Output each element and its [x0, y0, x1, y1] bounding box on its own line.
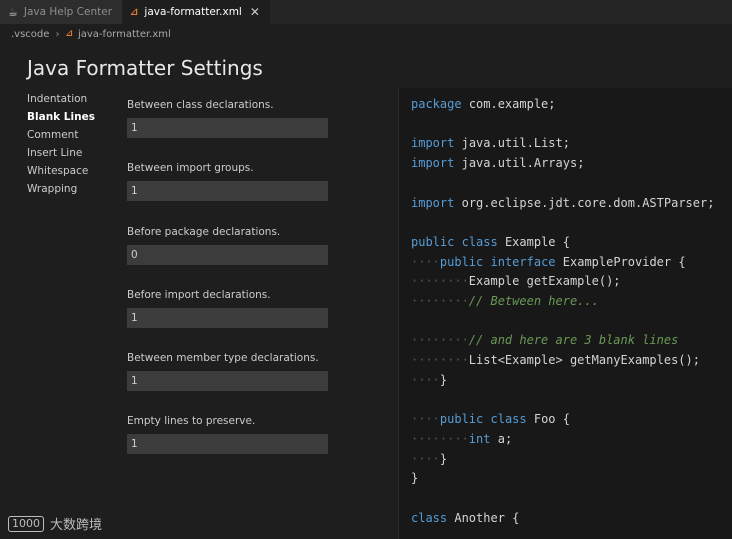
code-token: Example getExample();	[468, 274, 621, 289]
code-text: package com.example; import java.util.Li…	[411, 97, 715, 525]
empty-lines-to-preserve-input[interactable]	[127, 434, 328, 455]
code-token: }	[439, 451, 448, 466]
code-token: Example {	[504, 234, 570, 249]
field-label: Before package declarations.	[127, 225, 281, 238]
between-import-groups-input[interactable]	[127, 181, 328, 202]
code-keyword: import	[411, 156, 455, 171]
code-keyword: package	[411, 97, 462, 111]
code-keyword: class	[461, 234, 498, 249]
field-label: Before import declarations.	[127, 288, 271, 301]
before-import-declarations-input[interactable]	[127, 307, 328, 328]
code-token: }	[411, 471, 419, 486]
field-label: Between import groups.	[127, 162, 254, 175]
field-label: Empty lines to preserve.	[127, 415, 256, 428]
code-token: Another {	[454, 510, 520, 525]
settings-nav: Indentation Blank Lines Comment Insert L…	[27, 90, 122, 198]
nav-item-insert-line[interactable]: Insert Line	[27, 144, 122, 162]
nav-item-indentation[interactable]: Indentation	[27, 90, 122, 108]
tab-label: java-formatter.xml	[144, 6, 242, 18]
code-keyword: class	[411, 510, 448, 525]
breadcrumb-file[interactable]: java-formatter.xml	[78, 29, 171, 40]
code-keyword: public	[439, 412, 484, 427]
watermark-text: 大数跨境	[50, 518, 103, 533]
code-keyword: import	[411, 136, 455, 151]
nav-item-wrapping[interactable]: Wrapping	[27, 180, 122, 198]
tab-java-help-center[interactable]: ☕ Java Help Center	[0, 0, 123, 24]
nav-item-whitespace[interactable]: Whitespace	[27, 162, 122, 180]
before-package-declarations-input[interactable]	[127, 244, 328, 265]
code-keyword: import	[411, 195, 455, 210]
tab-bar: ☕ Java Help Center ⊿ java-formatter.xml …	[0, 0, 732, 24]
breadcrumb-folder[interactable]: .vscode	[11, 29, 49, 40]
watermark-logo: 1000	[8, 515, 44, 532]
code-keyword: class	[490, 412, 527, 427]
between-class-declarations-input[interactable]	[127, 118, 328, 138]
code-token: java.util.List;	[461, 136, 570, 151]
code-token: List<Example> getManyExamples();	[468, 353, 700, 368]
field-label: Between class declarations.	[127, 99, 274, 111]
code-token: org.eclipse.jdt.core.dom.ASTParser;	[461, 195, 715, 210]
code-keyword: interface	[490, 254, 556, 269]
nav-item-comment[interactable]: Comment	[27, 126, 122, 144]
code-token: Foo {	[533, 412, 570, 427]
code-comment: // and here are 3 blank lines	[468, 333, 679, 348]
code-keyword: public	[439, 254, 484, 269]
page-title: Java Formatter Settings	[27, 56, 263, 80]
nav-item-blank-lines[interactable]: Blank Lines	[27, 108, 122, 126]
field-before-import-declarations: Before import declarations.	[127, 288, 332, 351]
code-preview[interactable]: package com.example; import java.util.Li…	[398, 88, 732, 539]
field-empty-lines-to-preserve: Empty lines to preserve.	[127, 414, 332, 477]
watermark: 1000 大数跨境	[8, 514, 102, 533]
code-token: com.example;	[468, 97, 556, 111]
code-token: java.util.Arrays;	[461, 156, 585, 171]
rss-icon: ⊿	[130, 6, 139, 18]
code-token: ExampleProvider {	[562, 254, 686, 269]
code-comment: // Between here...	[468, 294, 599, 309]
field-between-class-declarations: Between class declarations.	[127, 98, 332, 161]
close-icon[interactable]: ✕	[250, 5, 260, 19]
code-token: a;	[497, 431, 513, 446]
field-between-import-groups: Between import groups.	[127, 161, 332, 224]
field-between-member-type-declarations: Between member type declarations.	[127, 351, 332, 414]
chevron-right-icon: ›	[55, 28, 60, 40]
tab-java-formatter[interactable]: ⊿ java-formatter.xml ✕	[122, 0, 270, 24]
code-keyword: int	[468, 431, 491, 446]
rss-icon: ⊿	[65, 29, 73, 39]
breadcrumb: .vscode › ⊿ java-formatter.xml	[0, 24, 732, 44]
code-keyword: public	[411, 234, 455, 249]
code-token: }	[439, 372, 448, 387]
blank-lines-form: Between class declarations. Between impo…	[127, 98, 332, 478]
field-label: Between member type declarations.	[127, 352, 319, 365]
between-member-type-declarations-input[interactable]	[127, 371, 328, 392]
tab-label: Java Help Center	[23, 6, 113, 18]
coffee-icon: ☕	[8, 5, 18, 19]
field-before-package-declarations: Before package declarations.	[127, 225, 332, 288]
